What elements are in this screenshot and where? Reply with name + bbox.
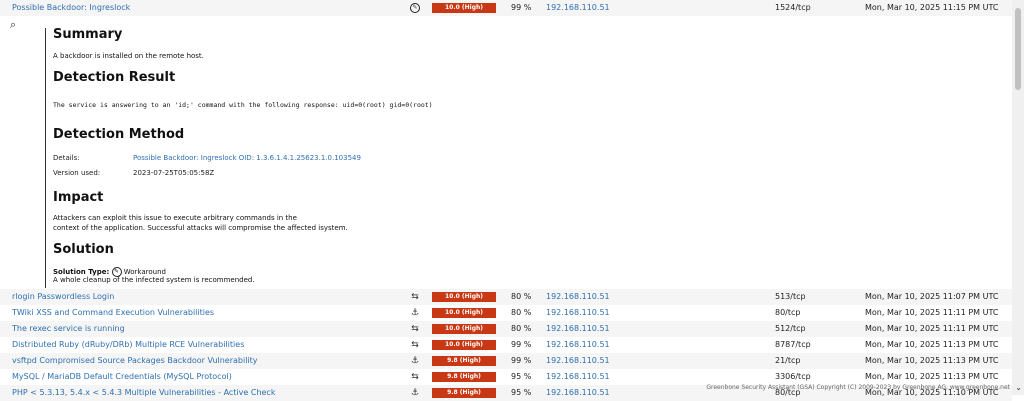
- summary-text: A backdoor is installed on the remote ho…: [53, 52, 204, 60]
- result-row[interactable]: TWiki XSS and Command Execution Vulnerab…: [0, 305, 1012, 321]
- location-value: 3306/tcp: [775, 372, 811, 381]
- mitigation-icon: ⇆: [411, 292, 419, 302]
- qod-value: 99 %: [511, 356, 532, 365]
- created-value: Mon, Mar 10, 2025 11:15 PM UTC: [865, 3, 999, 12]
- version-label: Version used:: [53, 169, 101, 177]
- created-value: Mon, Mar 10, 2025 11:13 PM UTC: [865, 356, 999, 365]
- vertical-scrollbar[interactable]: [1012, 0, 1024, 395]
- created-value: Mon, Mar 10, 2025 11:07 PM UTC: [865, 292, 999, 301]
- qod-value: 80 %: [511, 292, 532, 301]
- created-value: Mon, Mar 10, 2025 11:11 PM UTC: [865, 324, 999, 333]
- vulnerability-name-link[interactable]: Possible Backdoor: Ingreslock: [12, 0, 130, 16]
- created-value: Mon, Mar 10, 2025 11:13 PM UTC: [865, 340, 999, 349]
- host-link[interactable]: 192.168.110.51: [546, 289, 610, 305]
- vendorfix-icon: ⚓: [410, 308, 420, 318]
- location-value: 1524/tcp: [775, 3, 811, 12]
- severity-bar: 10.0 (High): [432, 340, 496, 350]
- severity-bar: 9.8 (High): [432, 372, 496, 382]
- severity-bar: 9.8 (High): [432, 388, 496, 398]
- detection-result-heading: Detection Result: [53, 70, 176, 85]
- host-link[interactable]: 192.168.110.51: [546, 321, 610, 337]
- version-value: 2023-07-25T05:05:58Z: [133, 169, 215, 177]
- severity-bar: 9.8 (High): [432, 356, 496, 366]
- solution-heading: Solution: [53, 242, 114, 257]
- solution-text: A whole cleanup of the infected system i…: [53, 276, 255, 284]
- impact-heading: Impact: [53, 190, 104, 205]
- qod-value: 80 %: [511, 308, 532, 317]
- severity-bar: 10.0 (High): [432, 292, 496, 302]
- location-value: 21/tcp: [775, 356, 801, 365]
- details-label: Details:: [53, 154, 80, 162]
- created-value: Mon, Mar 10, 2025 11:11 PM UTC: [865, 308, 999, 317]
- mitigation-icon: ⇆: [411, 324, 419, 334]
- location-value: 513/tcp: [775, 292, 806, 301]
- detection-method-heading: Detection Method: [53, 127, 185, 142]
- details-divider: [45, 28, 46, 288]
- host-link[interactable]: 192.168.110.51: [546, 385, 610, 401]
- result-row[interactable]: Distributed Ruby (dRuby/DRb) Multiple RC…: [0, 337, 1012, 353]
- created-value: Mon, Mar 10, 2025 11:13 PM UTC: [865, 372, 999, 381]
- detection-result-text: The service is answering to an 'id;' com…: [53, 101, 433, 109]
- solution-type-label: Solution Type:: [53, 268, 110, 276]
- impact-text-line2: context of the application. Successful a…: [53, 224, 348, 232]
- host-link[interactable]: 192.168.110.51: [546, 337, 610, 353]
- location-value: 512/tcp: [775, 324, 806, 333]
- mitigation-icon: ⇆: [411, 372, 419, 382]
- mitigation-icon: ⇆: [411, 340, 419, 350]
- vulnerability-name-link[interactable]: MySQL / MariaDB Default Credentials (MyS…: [12, 369, 232, 385]
- severity-bar: 10.0 (High): [432, 324, 496, 334]
- qod-value: 99 %: [511, 3, 532, 12]
- footer-copyright: Greenbone Security Assistant (GSA) Copyr…: [706, 384, 1010, 391]
- vendorfix-icon: ⚓: [410, 388, 420, 398]
- result-details-panel: ⌕ Summary A backdoor is installed on the…: [0, 16, 1012, 288]
- qod-value: 95 %: [511, 388, 532, 397]
- vulnerability-name-link[interactable]: rlogin Passwordless Login: [12, 289, 114, 305]
- qod-value: 99 %: [511, 340, 532, 349]
- zoom-details-icon[interactable]: ⌕: [10, 18, 16, 32]
- result-row-expanded[interactable]: Possible Backdoor: Ingreslock ✎ 10.0 (Hi…: [0, 0, 1012, 16]
- vulnerability-name-link[interactable]: TWiki XSS and Command Execution Vulnerab…: [12, 305, 214, 321]
- vendorfix-icon: ⚓: [410, 356, 420, 366]
- host-link[interactable]: 192.168.110.51: [546, 353, 610, 369]
- vulnerability-name-link[interactable]: PHP < 5.3.13, 5.4.x < 5.4.3 Multiple Vul…: [12, 385, 275, 401]
- impact-text-line1: Attackers can exploit this issue to exec…: [53, 214, 297, 222]
- chevron-down-icon[interactable]: ⌄: [1015, 383, 1022, 392]
- result-row[interactable]: The rexec service is running ⇆ 10.0 (High)…: [0, 321, 1012, 337]
- scrollbar-thumb[interactable]: [1015, 8, 1021, 90]
- severity-bar: 10.0 (High): [432, 3, 496, 13]
- location-value: 8787/tcp: [775, 340, 811, 349]
- solution-type-value: Workaround: [123, 268, 166, 276]
- workaround-icon: ✎: [408, 0, 422, 16]
- severity-bar: 10.0 (High): [432, 308, 496, 318]
- host-link[interactable]: 192.168.110.51: [546, 369, 610, 385]
- vulnerability-name-link[interactable]: The rexec service is running: [12, 321, 125, 337]
- host-link[interactable]: 192.168.110.51: [546, 305, 610, 321]
- detection-details-link[interactable]: Possible Backdoor: Ingreslock OID: 1.3.6…: [133, 154, 361, 162]
- location-value: 80/tcp: [775, 308, 801, 317]
- summary-heading: Summary: [53, 27, 123, 42]
- result-row[interactable]: MySQL / MariaDB Default Credentials (MyS…: [0, 369, 1012, 385]
- vulnerability-name-link[interactable]: Distributed Ruby (dRuby/DRb) Multiple RC…: [12, 337, 244, 353]
- qod-value: 95 %: [511, 372, 532, 381]
- host-link[interactable]: 192.168.110.51: [546, 0, 610, 16]
- qod-value: 80 %: [511, 324, 532, 333]
- vulnerability-name-link[interactable]: vsftpd Compromised Source Packages Backd…: [12, 353, 258, 369]
- result-row[interactable]: rlogin Passwordless Login ⇆ 10.0 (High) 80 …: [0, 289, 1012, 305]
- result-row[interactable]: vsftpd Compromised Source Packages Backd…: [0, 353, 1012, 369]
